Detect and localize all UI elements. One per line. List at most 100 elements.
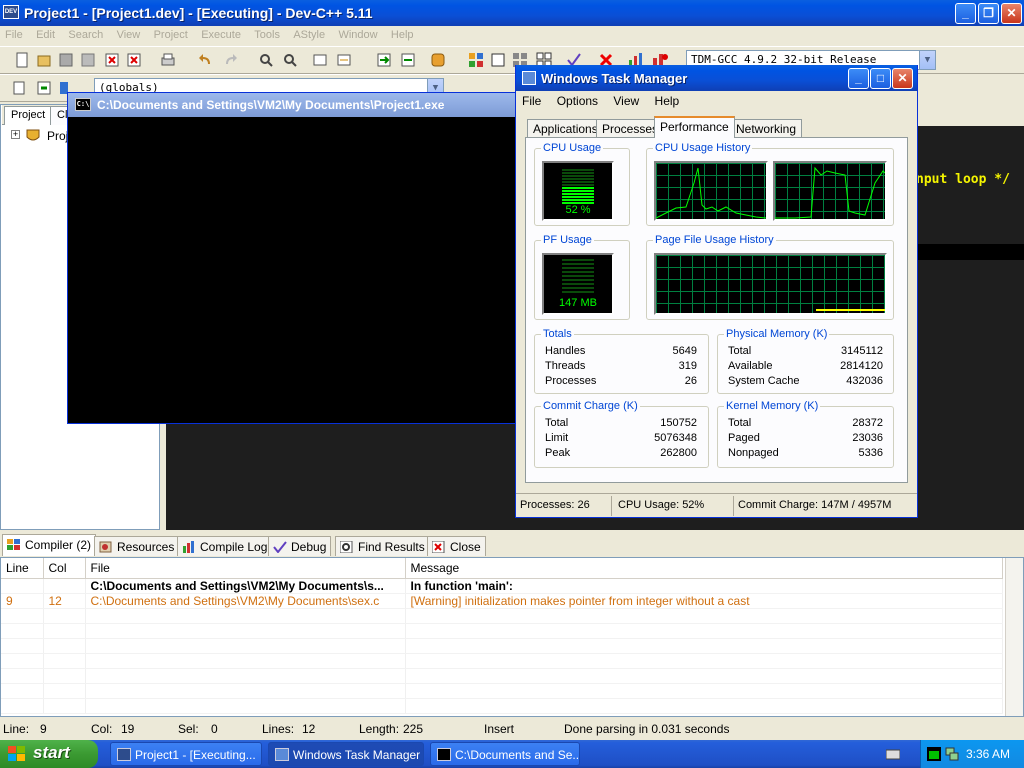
menu-view[interactable]: View: [112, 26, 146, 41]
add-to-project-icon[interactable]: [376, 52, 392, 68]
replace-icon[interactable]: [282, 52, 298, 68]
compiler-messages-list: Line Col File Message C:\Documents and S…: [0, 557, 1024, 717]
console-task-icon: [437, 748, 451, 761]
start-button[interactable]: start: [0, 740, 98, 768]
tab-debug[interactable]: Debug: [268, 536, 332, 556]
tm-menu-options[interactable]: Options: [551, 91, 604, 108]
status-line-label: Line:: [3, 722, 30, 736]
task-manager-tray-icon[interactable]: [927, 747, 941, 761]
col-header-message[interactable]: Message: [405, 558, 1003, 579]
task-manager-status-bar: Processes: 26 CPU Usage: 52% Commit Char…: [516, 493, 917, 517]
project-options-icon[interactable]: [430, 52, 446, 68]
task-manager-task-icon: [275, 748, 289, 761]
print-icon[interactable]: [160, 52, 176, 68]
save-icon[interactable]: [58, 52, 74, 68]
task-manager-window: Windows Task Manager _ □ ✕ File Options …: [515, 65, 918, 518]
tab-project[interactable]: Project: [4, 106, 53, 125]
cpu-meter-segment: [562, 184, 594, 186]
undo-icon[interactable]: [198, 52, 214, 68]
tree-expand-icon[interactable]: +: [11, 130, 20, 139]
tm-maximize-button[interactable]: □: [870, 68, 891, 89]
col-header-line[interactable]: Line: [1, 558, 44, 579]
tm-menu-help[interactable]: Help: [649, 91, 686, 108]
menu-file[interactable]: File: [0, 26, 28, 41]
cpu-usage-meter: 52 %: [542, 161, 614, 221]
physical-row-total: Total 3145112: [728, 345, 883, 359]
indent-icon[interactable]: [312, 52, 328, 68]
menu-help[interactable]: Help: [386, 26, 419, 41]
task-manager-title-bar[interactable]: Windows Task Manager _ □ ✕: [516, 65, 917, 91]
menu-project[interactable]: Project: [149, 26, 193, 41]
messages-header-row: Line Col File Message: [1, 558, 1003, 579]
taskbar-button-label: C:\Documents and Se...: [455, 748, 580, 762]
kv-value: 5076348: [654, 432, 697, 444]
tab-find-results-label: Find Results: [358, 540, 425, 554]
keyboard-icon[interactable]: [886, 748, 900, 760]
menu-tools[interactable]: Tools: [249, 26, 285, 41]
close-button[interactable]: ✕: [1001, 3, 1022, 24]
new-file-icon[interactable]: [14, 52, 30, 68]
col-header-col[interactable]: Col: [43, 558, 86, 579]
tab-resources[interactable]: Resources: [94, 536, 180, 556]
chevron-down-icon[interactable]: ▼: [919, 51, 935, 69]
insert-icon[interactable]: [12, 80, 28, 96]
devcpp-title-bar[interactable]: DEV Project1 - [Project1.dev] - [Executi…: [0, 0, 1024, 26]
menu-search[interactable]: Search: [63, 26, 108, 41]
cpu-meter-segment: [562, 199, 594, 201]
table-row[interactable]: 9 12 C:\Documents and Settings\VM2\My Do…: [1, 593, 1003, 609]
tab-compiler-label: Compiler (2): [25, 538, 92, 552]
restore-button[interactable]: ❐: [978, 3, 999, 24]
pf-usage-label: PF Usage: [541, 234, 594, 246]
tm-menu-view[interactable]: View: [607, 91, 645, 108]
tab-compiler[interactable]: Compiler (2): [2, 534, 97, 556]
kernel-row-nonpaged: Nonpaged 5336: [728, 447, 883, 461]
taskbar-button-devcpp[interactable]: Project1 - [Executing...: [110, 742, 262, 766]
status-length-label: Length:: [359, 722, 400, 736]
tab-applications[interactable]: Applications: [527, 119, 604, 137]
kv-key: Paged: [728, 432, 760, 444]
close-all-icon[interactable]: [126, 52, 142, 68]
close-panel-icon: [432, 541, 445, 553]
find-icon[interactable]: [258, 52, 274, 68]
open-file-icon[interactable]: [36, 52, 52, 68]
run-icon[interactable]: [490, 52, 506, 68]
tab-close[interactable]: Close: [427, 536, 486, 556]
status-message: Done parsing in 0.031 seconds: [564, 722, 730, 736]
minimize-button[interactable]: _: [955, 3, 976, 24]
compile-icon[interactable]: [468, 52, 484, 68]
commit-row-peak: Peak 262800: [545, 447, 697, 461]
redo-icon[interactable]: [222, 52, 238, 68]
tm-minimize-button[interactable]: _: [848, 68, 869, 89]
find-results-icon: [340, 541, 353, 553]
goto-line-icon[interactable]: [336, 52, 352, 68]
project-tree-item[interactable]: Proj: [47, 129, 68, 143]
kv-value: 26: [684, 375, 697, 387]
cpu-meter-segment: [562, 190, 594, 192]
tab-compile-log[interactable]: Compile Log: [177, 536, 273, 556]
tm-menu-file[interactable]: File: [516, 91, 547, 108]
save-all-icon[interactable]: [80, 52, 96, 68]
messages-scrollbar[interactable]: [1005, 558, 1023, 716]
kernel-memory-group: Kernel Memory (K) Total 28372 Paged 23036 …: [717, 400, 894, 468]
menu-execute[interactable]: Execute: [196, 26, 246, 41]
tm-close-button[interactable]: ✕: [892, 68, 913, 89]
taskbar-button-console[interactable]: C:\Documents and Se...: [430, 742, 580, 766]
toggle-bookmark-icon[interactable]: [36, 80, 52, 96]
console-window[interactable]: C:\ C:\Documents and Settings\VM2\My Doc…: [67, 92, 521, 424]
kv-key: Threads: [545, 360, 586, 372]
menu-astyle[interactable]: AStyle: [288, 26, 330, 41]
taskbar-button-task-manager[interactable]: Windows Task Manager: [268, 742, 424, 766]
console-output[interactable]: [71, 117, 517, 420]
tab-networking[interactable]: Networking: [730, 119, 803, 137]
menu-window[interactable]: Window: [333, 26, 382, 41]
network-tray-icon[interactable]: [945, 747, 959, 761]
remove-from-project-icon[interactable]: [400, 52, 416, 68]
col-header-file[interactable]: File: [85, 558, 406, 579]
tab-performance[interactable]: Performance: [654, 116, 735, 138]
tab-find-results[interactable]: Find Results: [335, 536, 430, 556]
table-row[interactable]: C:\Documents and Settings\VM2\My Documen…: [1, 578, 1003, 594]
menu-edit[interactable]: Edit: [31, 26, 60, 41]
console-title-bar[interactable]: C:\ C:\Documents and Settings\VM2\My Doc…: [68, 93, 520, 117]
kv-value: 319: [678, 360, 697, 372]
close-file-icon[interactable]: [104, 52, 120, 68]
